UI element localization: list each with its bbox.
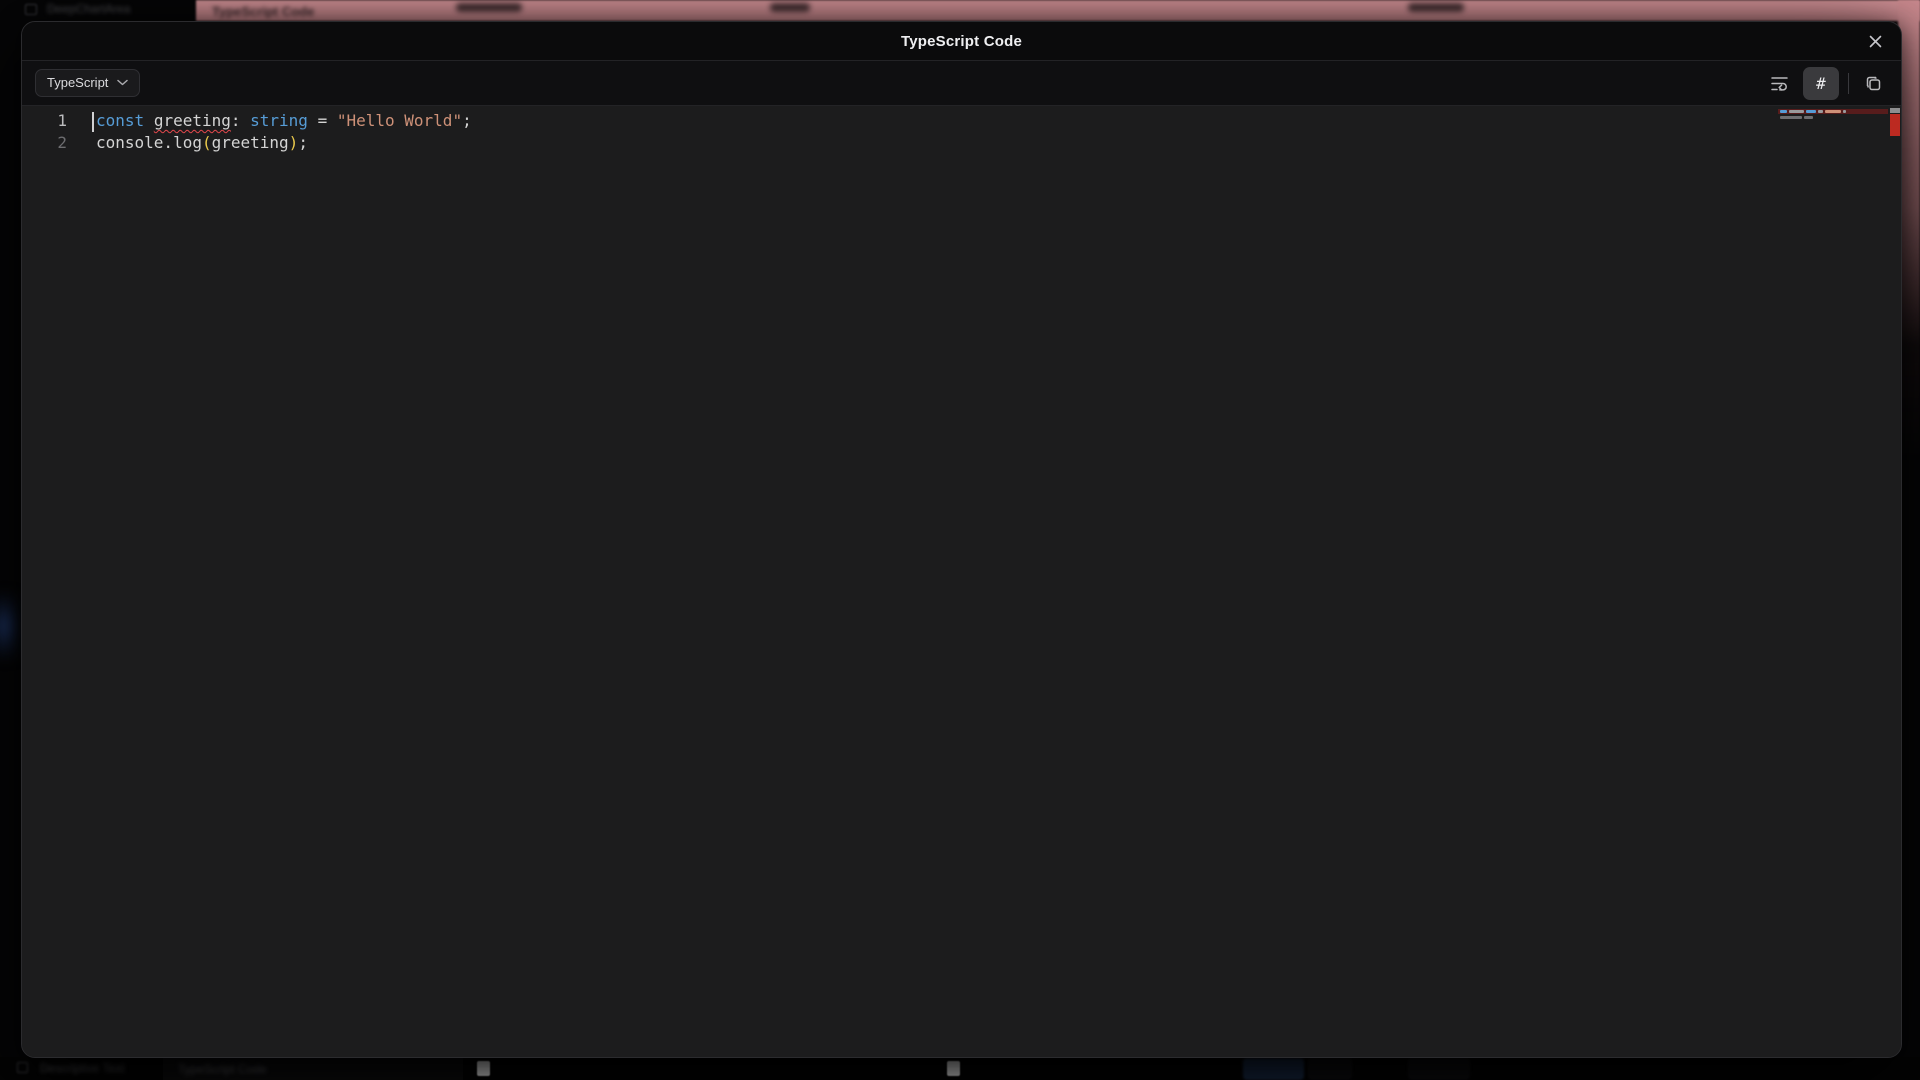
background-secondary-button <box>1408 1058 1470 1080</box>
text-cursor <box>92 112 94 132</box>
word-wrap-button[interactable] <box>1764 68 1794 98</box>
chevron-down-icon <box>117 79 128 86</box>
code-text: console.log(greeting); <box>96 132 308 154</box>
dialog-title: TypeScript Code <box>901 33 1022 50</box>
editor-scrollbar[interactable] <box>1889 106 1901 1057</box>
background-banner-smudge <box>456 3 522 12</box>
background-row-icon <box>17 1062 28 1073</box>
background-banner-title: TypeScript Code <box>212 4 314 19</box>
word-wrap-icon <box>1769 73 1790 94</box>
close-button[interactable] <box>1861 27 1889 55</box>
background-row-cell: TypeScript Code <box>163 1057 463 1080</box>
background-banner-smudge <box>770 3 810 12</box>
minimap <box>1778 109 1888 121</box>
code-line[interactable]: 2 console.log(greeting); <box>22 132 1901 154</box>
background-app-title: DeepChartArea <box>47 2 130 16</box>
copy-code-button[interactable] <box>1858 68 1888 98</box>
code-text: const greeting: string = "Hello World"; <box>96 110 472 132</box>
background-checkbox <box>947 1061 960 1076</box>
background-pink-banner <box>196 0 1920 21</box>
dialog-toolbar: TypeScript # <box>22 61 1901 106</box>
background-blue-highlight <box>0 594 20 658</box>
background-banner-smudge <box>1408 3 1464 12</box>
copy-icon <box>1863 73 1883 93</box>
background-secondary-button <box>1308 1058 1352 1080</box>
code-dialog: TypeScript Code TypeScript <box>21 21 1902 1058</box>
language-selector[interactable]: TypeScript <box>35 69 140 97</box>
code-line[interactable]: 1 const greeting: string = "Hello World"; <box>22 110 1901 132</box>
background-row-name: Descriptive Text <box>40 1061 124 1075</box>
toolbar-actions: # <box>1764 67 1888 100</box>
toolbar-divider <box>1848 73 1849 94</box>
minimap-line <box>1778 115 1888 120</box>
background-primary-button <box>1243 1058 1304 1080</box>
scrollbar-slider[interactable] <box>1890 108 1900 113</box>
code-lines: 1 const greeting: string = "Hello World";… <box>22 106 1901 154</box>
background-checkbox <box>477 1061 490 1076</box>
minimap-line-error <box>1778 109 1888 114</box>
code-editor[interactable]: 1 const greeting: string = "Hello World";… <box>22 106 1901 1057</box>
dialog-header: TypeScript Code <box>22 22 1901 61</box>
background-row-cell-label: TypeScript Code <box>178 1062 267 1076</box>
line-number: 2 <box>22 132 67 154</box>
language-selector-label: TypeScript <box>47 75 108 90</box>
line-number: 1 <box>22 110 67 132</box>
line-numbers-button[interactable]: # <box>1803 67 1839 100</box>
scrollbar-error-marker <box>1890 114 1900 136</box>
line-numbers-icon: # <box>1816 74 1826 93</box>
close-icon <box>1868 34 1883 49</box>
background-table-row: Descriptive Text TypeScript Code <box>0 1057 1920 1080</box>
background-app-icon <box>25 4 37 15</box>
